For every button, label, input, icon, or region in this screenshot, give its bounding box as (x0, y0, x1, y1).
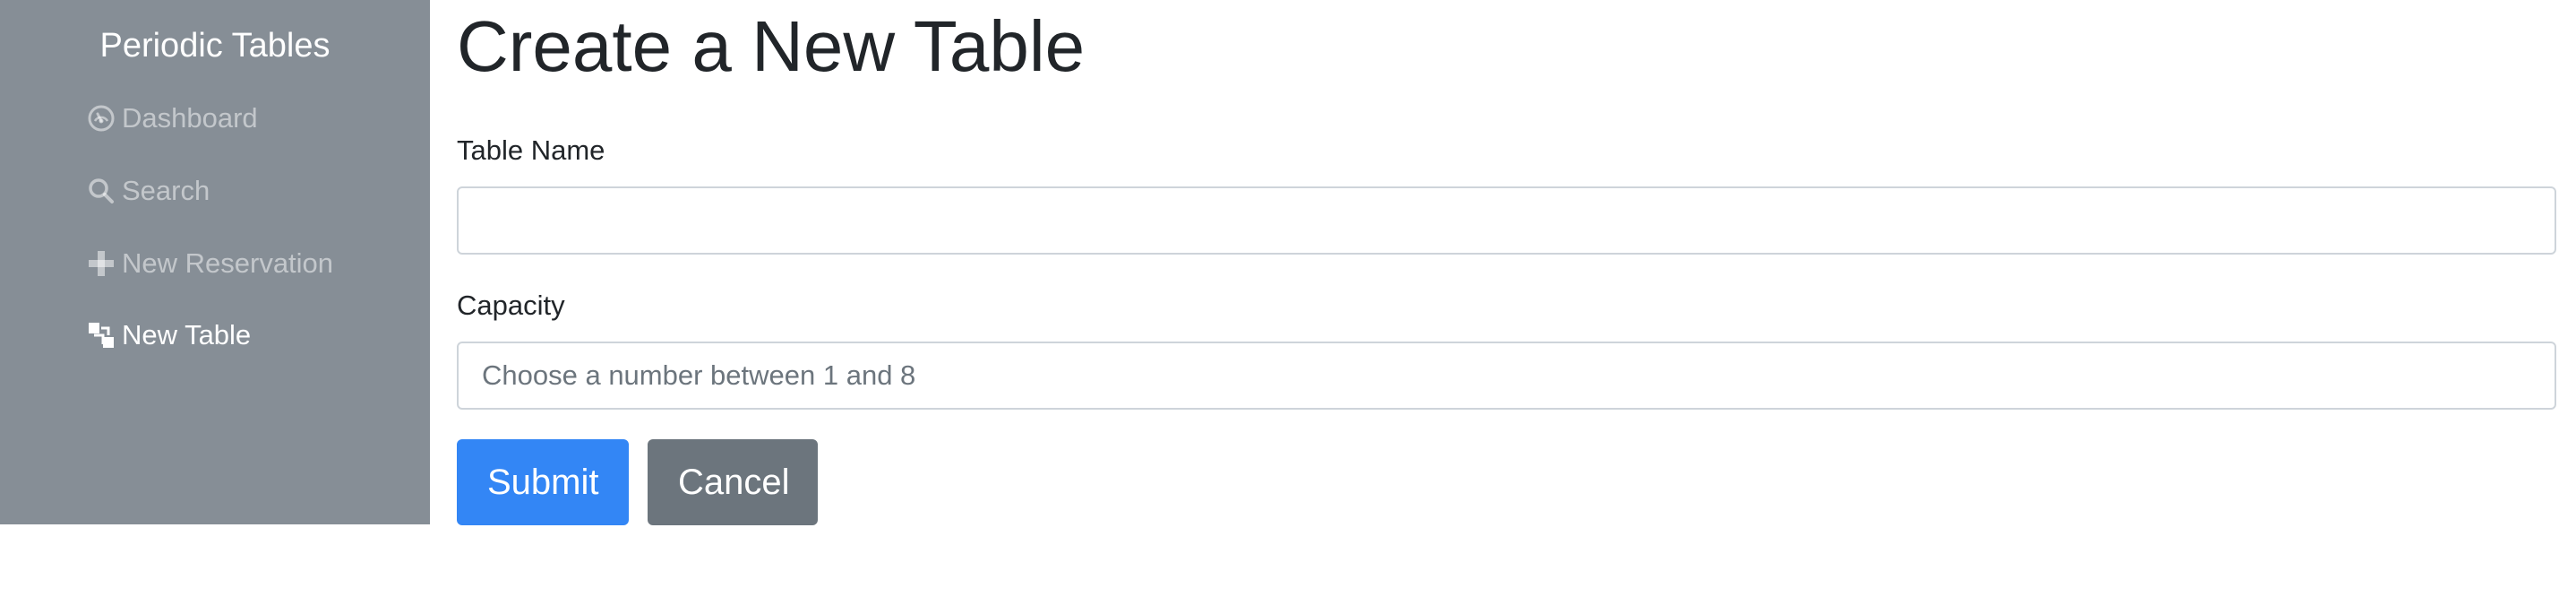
plus-icon (86, 248, 116, 279)
app-root: Periodic Tables Dashboard Search New Res… (0, 0, 2576, 597)
sidebar-item-label: Dashboard (122, 102, 258, 134)
dashboard-icon (86, 103, 116, 134)
sidebar-item-new-table[interactable]: New Table (86, 314, 251, 357)
sidebar-item-search[interactable]: Search (86, 169, 210, 212)
cancel-button[interactable]: Cancel (648, 439, 818, 525)
sidebar-item-label: New Table (122, 319, 252, 350)
sidebar-item-label: Search (122, 175, 210, 206)
capacity-label: Capacity (457, 290, 565, 321)
sidebar: Periodic Tables Dashboard Search New Res… (0, 0, 430, 524)
submit-button[interactable]: Submit (457, 439, 629, 525)
sidebar-item-dashboard[interactable]: Dashboard (86, 97, 258, 140)
table-name-label: Table Name (457, 134, 605, 166)
table-name-input[interactable] (457, 186, 2556, 255)
sidebar-item-label: New Reservation (122, 247, 334, 279)
layers-icon (86, 320, 116, 350)
brand-title[interactable]: Periodic Tables (0, 23, 430, 68)
sidebar-item-new-reservation[interactable]: New Reservation (86, 242, 333, 285)
page-title: Create a New Table (457, 6, 1086, 86)
capacity-input[interactable] (457, 342, 2556, 410)
search-icon (86, 176, 116, 206)
